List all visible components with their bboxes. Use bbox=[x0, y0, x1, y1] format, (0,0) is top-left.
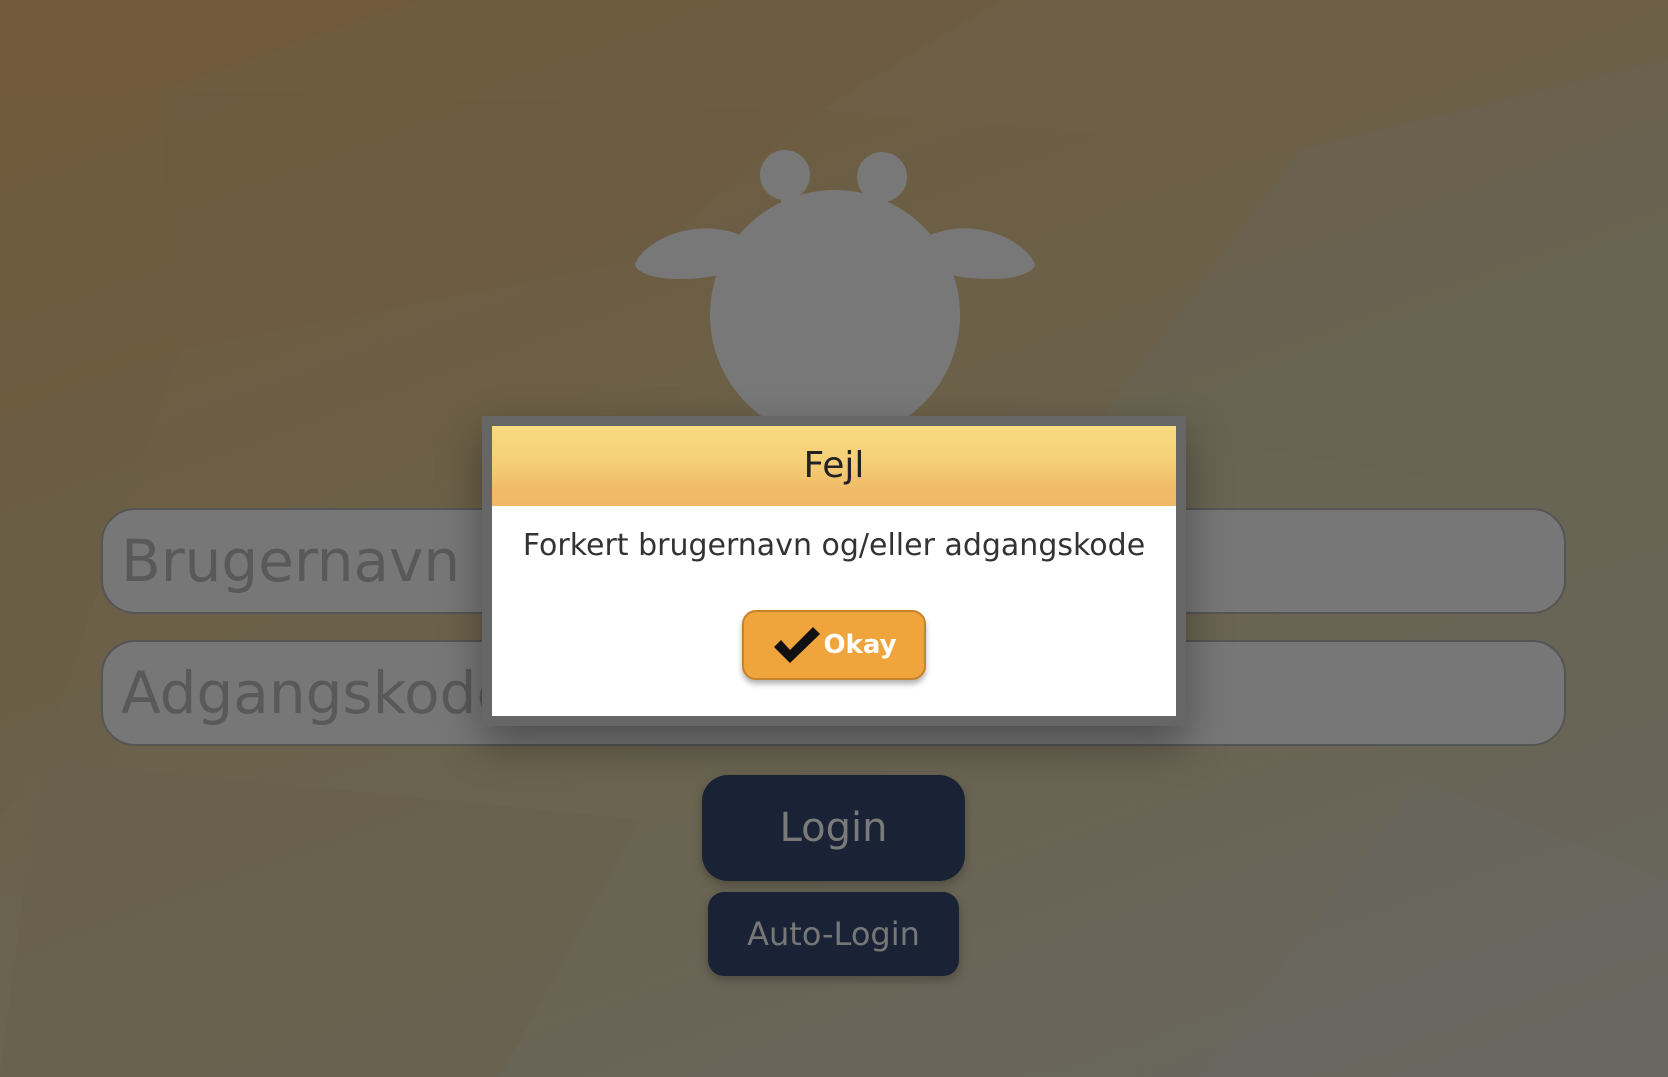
error-dialog-title: Fejl bbox=[803, 445, 865, 486]
login-button[interactable]: Login bbox=[702, 775, 965, 881]
error-message: Forkert brugernavn og/eller adgangskode bbox=[522, 528, 1146, 563]
error-dialog-body: Fejl Forkert brugernavn og/eller adgangs… bbox=[492, 426, 1176, 716]
auto-login-button-label: Auto-Login bbox=[747, 915, 920, 953]
username-placeholder: Brugernavn bbox=[121, 527, 461, 595]
checkmark-icon bbox=[774, 627, 821, 663]
login-screen: Brugernavn Adgangskode Login Auto-Login … bbox=[0, 0, 1668, 1077]
error-dialog: Fejl Forkert brugernavn og/eller adgangs… bbox=[482, 416, 1186, 726]
login-button-label: Login bbox=[779, 805, 888, 851]
okay-button[interactable]: Okay bbox=[742, 610, 926, 680]
password-placeholder: Adgangskode bbox=[121, 659, 513, 727]
auto-login-button[interactable]: Auto-Login bbox=[708, 892, 959, 976]
giraffe-logo bbox=[635, 150, 1035, 430]
okay-button-label: Okay bbox=[823, 630, 897, 660]
error-dialog-header: Fejl bbox=[492, 426, 1176, 506]
